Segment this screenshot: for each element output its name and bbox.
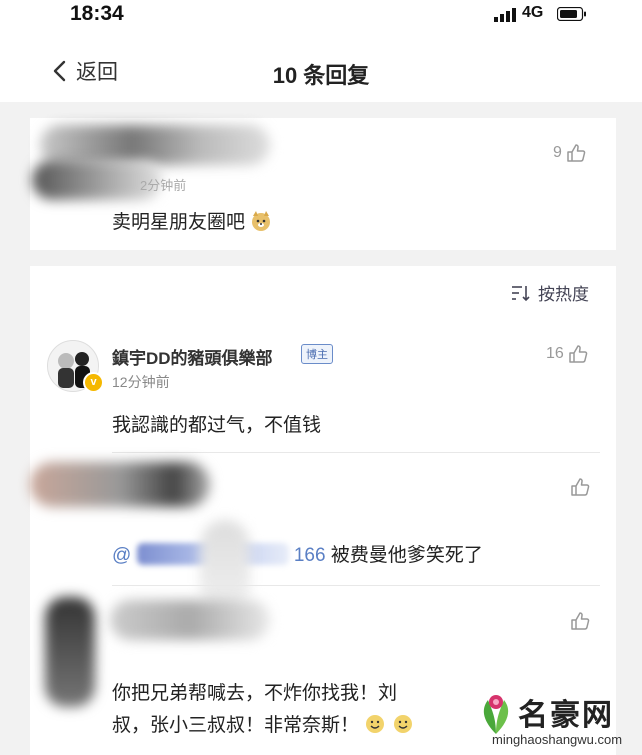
smile-emoji-icon	[393, 715, 412, 733]
reply2-text: @ 166 被费曼他爹笑死了	[112, 540, 483, 567]
reply1-text: 我認識的都过气，不值钱	[112, 415, 322, 436]
watermark-title: 名豪网	[518, 699, 614, 732]
reply3-line1: 你把兄弟帮喊去，不炸你找我！刘	[112, 683, 398, 704]
original-comment-time: 2分钟前	[140, 178, 187, 193]
reply2-like-button[interactable]	[570, 477, 590, 497]
verified-badge-icon: v	[83, 372, 104, 393]
nav-bar: 返回 10 条回复	[0, 40, 642, 102]
blurred-avatar	[45, 597, 95, 707]
reply3-line2: 叔，张小三叔叔！非常奈斯！	[112, 710, 414, 737]
page-title: 10 条回复	[272, 63, 370, 88]
status-time: 18:34	[70, 2, 124, 25]
author-badge: 博主	[301, 344, 333, 364]
sort-label: 按热度	[538, 285, 589, 304]
like-count: 16	[546, 345, 564, 362]
original-comment-text: 卖明星朋友圈吧	[112, 207, 272, 234]
like-count: 9	[553, 144, 562, 161]
divider	[112, 585, 600, 586]
watermark: 名豪网 minghaoshangwu.com	[470, 688, 642, 755]
battery-icon	[557, 7, 586, 21]
blurred-overlay	[200, 520, 250, 610]
thumbs-up-icon	[571, 478, 590, 496]
reply-username[interactable]: 鎮宇DD的豬頭俱樂部	[112, 344, 273, 369]
sort-by-hot-button[interactable]: 按热度	[510, 280, 589, 305]
thumbs-up-icon	[567, 144, 586, 162]
thumbs-up-icon	[571, 612, 590, 630]
reply3-like-button[interactable]	[570, 611, 590, 631]
original-like-button[interactable]: 9	[553, 143, 586, 163]
network-type: 4G	[522, 4, 544, 21]
sort-icon	[512, 285, 530, 301]
smile-emoji-icon	[366, 715, 385, 733]
watermark-url: minghaoshangwu.com	[492, 732, 623, 747]
thumbs-up-icon	[569, 345, 588, 363]
reply2-body: 被费曼他爹笑死了	[330, 545, 483, 566]
blurred-username	[30, 462, 210, 507]
flower-logo-icon	[483, 695, 509, 734]
reply1-like-button[interactable]: 16	[546, 344, 588, 364]
signal-icon	[494, 8, 516, 22]
blurred-username	[110, 600, 270, 640]
blurred-username	[40, 125, 270, 165]
mention-handle[interactable]: 166	[294, 545, 326, 566]
reply-time: 12分钟前	[112, 374, 170, 390]
status-bar: 18:34 4G	[0, 0, 642, 40]
mention-at: @	[112, 545, 132, 566]
doge-emoji-icon	[252, 211, 271, 231]
divider	[112, 452, 600, 453]
